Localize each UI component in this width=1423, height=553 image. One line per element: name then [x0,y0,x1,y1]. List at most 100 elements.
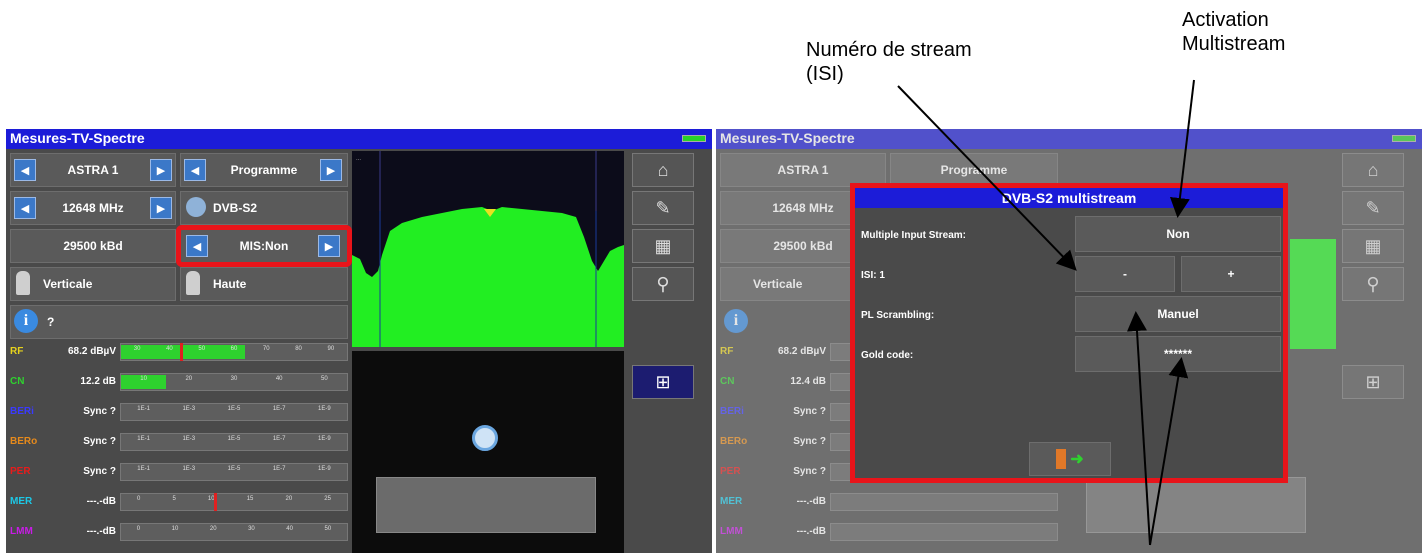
symbol-rate-button[interactable]: 29500 kBd [10,229,176,263]
measure-marker [179,343,183,361]
measure-value: Sync ? [83,436,116,447]
mis-highlight-frame [176,225,352,267]
isi-minus-button[interactable]: - [1075,256,1175,292]
satellite-label: ASTRA 1 [67,163,119,177]
tick-label: 1E-9 [318,406,331,412]
measure-bar: 10 20 30 40 50 [120,373,348,391]
measure-label: MER [10,496,33,507]
window-title: Mesures-TV-Spectre [10,130,145,146]
measure-bar: 1E-1 1E-3 1E-5 1E-7 1E-9 [120,463,348,481]
tick-label: 15 [246,496,254,502]
tick-label: 25 [324,496,331,502]
prev-satellite-icon[interactable]: ◀ [14,159,36,181]
annotation-line: Activation [1182,9,1269,31]
tick-label: 80 [295,346,302,352]
tick-label: 30 [230,376,238,382]
status-warning [446,130,506,144]
service-info-panel [376,477,596,533]
tick-label: 10 [171,526,179,532]
exit-button[interactable]: ➜ [1029,442,1111,476]
tick-label: 0 [136,526,141,532]
measure-bar: 30 40 50 60 70 80 90 [120,343,348,361]
tick-label: 30 [248,526,255,532]
measure-bar: 0 5 10 15 20 25 [120,493,348,511]
tick-label: 20 [285,496,293,502]
next-satellite-icon[interactable]: ▶ [150,159,172,181]
zoom-icon[interactable] [472,425,498,451]
mis-toggle-button[interactable]: Non [1075,216,1281,252]
tick-label: 1E-1 [137,466,150,472]
right-screen: Mesures-TV-Spectre ASTRA 1 Programme 126… [716,129,1422,553]
standard-label: DVB-S2 [213,201,258,215]
polarisation-label: Verticale [43,277,93,291]
tick-label: 1E-3 [182,406,196,412]
tick-label: 1E-7 [272,436,286,442]
tick-label: 40 [275,376,283,382]
measure-ticks: 1E-1 1E-3 1E-5 1E-7 1E-9 [121,406,347,412]
tick-label: 1E-5 [227,436,241,442]
measure-label: LMM [10,526,33,537]
band-label: Haute [213,277,247,291]
measure-label: BERi [10,406,34,417]
info-icon[interactable]: i [14,309,38,333]
gold-code-value: ****** [1163,347,1193,361]
next-frequency-icon[interactable]: ▶ [150,197,172,219]
tick-label: 1E-5 [227,466,241,472]
spectrum-mode-button[interactable]: ▦ [632,229,694,263]
isi-plus-label: + [1227,267,1235,281]
tick-label: 1E-9 [318,466,331,472]
pl-scrambling-value: Manuel [1157,307,1199,321]
isi-minus-label: - [1123,267,1127,281]
lnb-icon [16,271,30,295]
annotation-line: (ISI) [806,63,844,85]
tick-label: 60 [230,346,238,352]
grid-menu-button[interactable]: ⊞ [632,365,694,399]
home-button[interactable]: ⌂ [632,153,694,187]
tick-label: 1E-1 [137,406,150,412]
tick-label: 1E-7 [272,466,286,472]
measure-label: PER [10,466,31,477]
measure-bar: 1E-1 1E-3 1E-5 1E-7 1E-9 [120,403,348,421]
measure-value: ---.-dB [86,496,116,507]
measure-bar: 0 10 20 30 40 50 [120,523,348,541]
tick-label: 40 [166,346,173,352]
band-button[interactable]: Haute [180,267,348,301]
programme-label: Programme [230,163,298,177]
measure-ticks: 30 40 50 60 70 80 90 [121,346,347,352]
gold-code-label: Gold code: [861,350,914,361]
svg-text:...: ... [356,156,361,162]
tick-label: 70 [262,346,270,352]
gold-code-field[interactable]: ****** [1075,336,1281,372]
tick-label: 90 [327,346,335,352]
edit-button[interactable]: ✎ [632,191,694,225]
info-bar[interactable]: ? [10,305,348,339]
measure-label: CN [10,376,25,387]
isi-field-label: ISI: 1 [861,270,885,281]
measure-ticks: 0 5 10 15 20 25 [121,496,347,502]
isi-plus-button[interactable]: + [1181,256,1281,292]
prev-programme-icon[interactable]: ◀ [184,159,206,181]
polarisation-button[interactable]: Verticale [10,267,176,301]
annotation-stream-number: Numéro de stream (ISI) [806,38,972,86]
tick-label: 50 [324,526,332,532]
spectrum-display[interactable]: ... [352,151,624,347]
tick-label: 20 [209,526,217,532]
tick-label: 1E-3 [182,436,196,442]
measure-ticks: 0 10 20 30 40 50 [121,526,347,532]
multistream-dialog: DVB-S2 multistream Multiple Input Stream… [850,183,1288,483]
next-programme-icon[interactable]: ▶ [320,159,342,181]
title-bar: Mesures-TV-Spectre [6,129,712,149]
pl-scrambling-button[interactable]: Manuel [1075,296,1281,332]
tick-label: 1E-9 [318,436,331,442]
measure-bar: 1E-1 1E-3 1E-5 1E-7 1E-9 [120,433,348,451]
measure-value: Sync ? [83,406,116,417]
tools-button[interactable]: ⚲ [632,267,694,301]
pl-scrambling-label: PL Scrambling: [861,310,935,321]
satellite-dish-icon [186,197,206,217]
dialog-title: DVB-S2 multistream [855,188,1283,208]
left-screen: Mesures-TV-Spectre ASTRA 1 ◀ ▶ Programme… [6,129,712,553]
tick-label: 1E-5 [227,406,241,412]
prev-frequency-icon[interactable]: ◀ [14,197,36,219]
info-text: ? [47,315,55,329]
mis-toggle-value: Non [1166,227,1190,241]
